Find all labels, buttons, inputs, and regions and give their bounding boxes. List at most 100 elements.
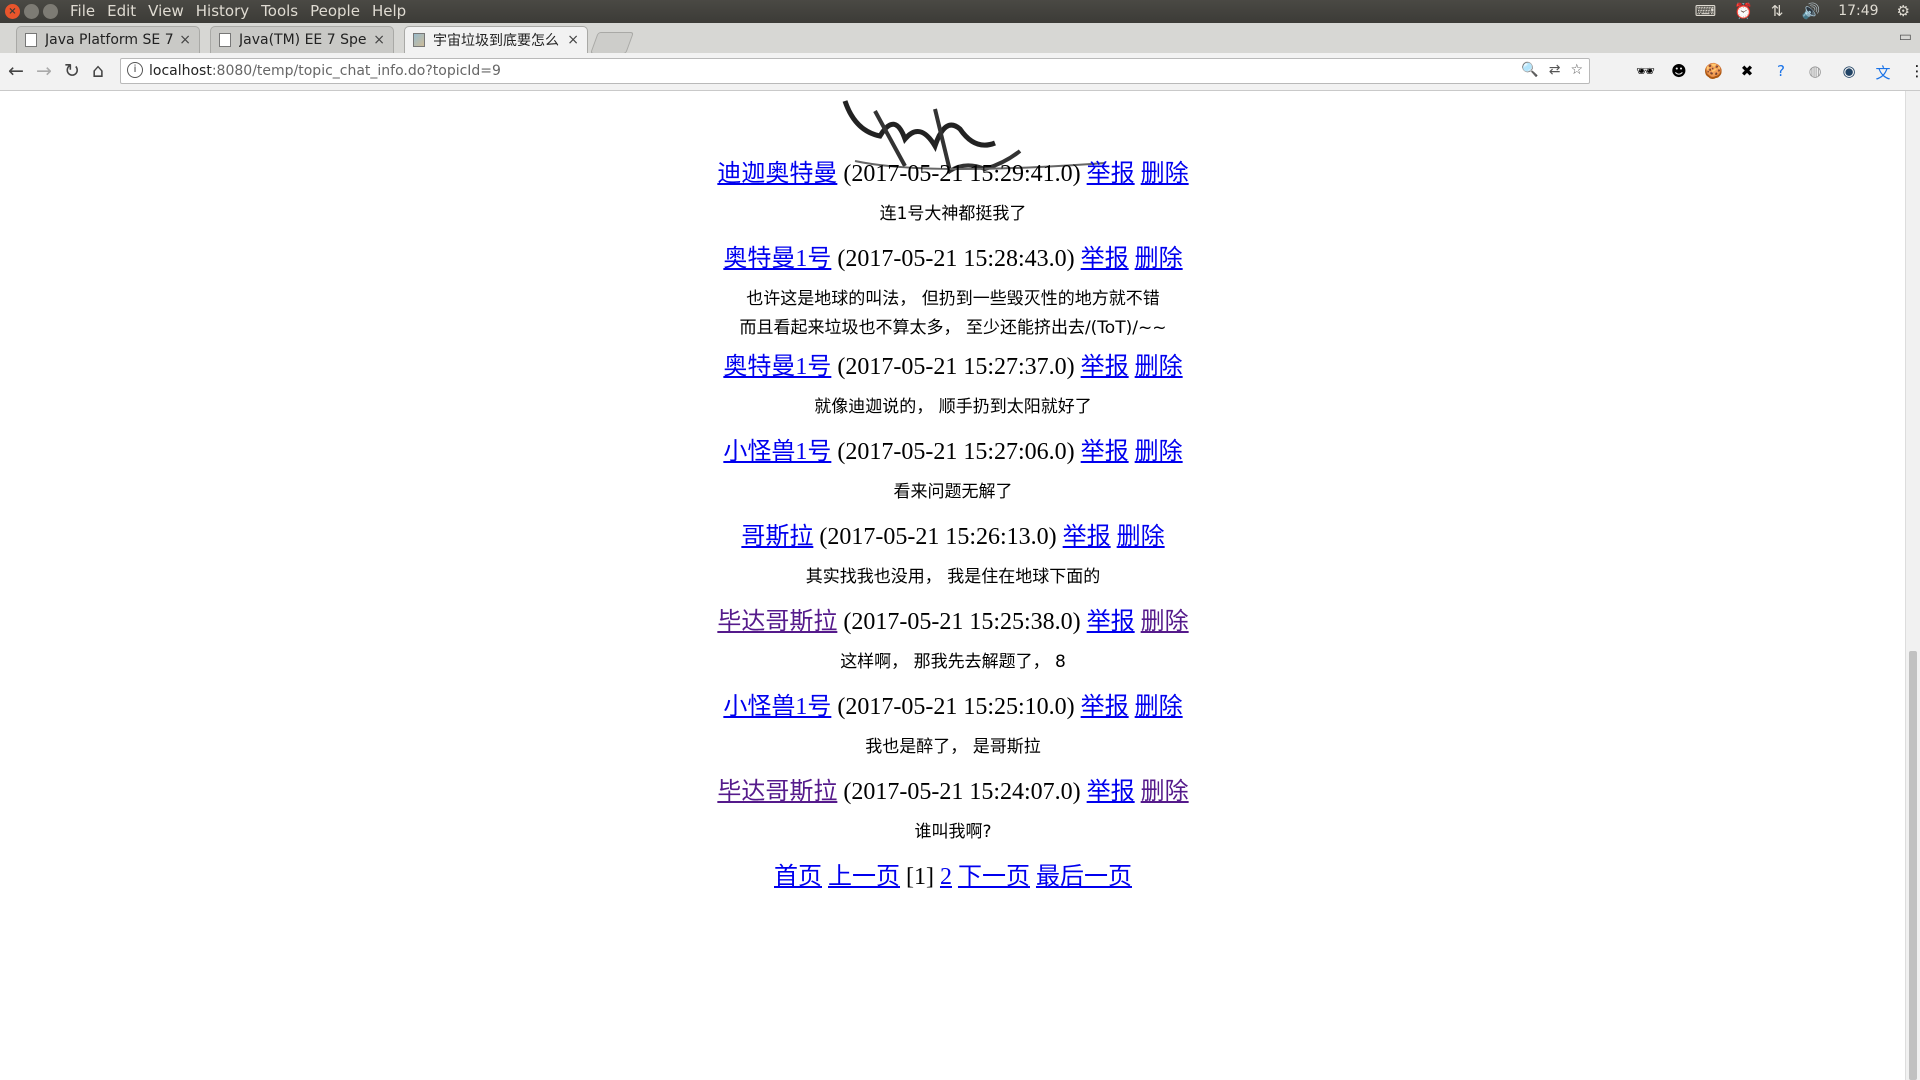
menu-people[interactable]: People <box>310 2 360 20</box>
report-link[interactable]: 举报 <box>1081 694 1129 720</box>
page-2-link[interactable]: 2 <box>940 864 952 890</box>
settings-gear-icon[interactable]: ⚙ <box>1897 2 1910 20</box>
close-tab-icon[interactable]: × <box>373 32 385 48</box>
author-link[interactable]: 哥斯拉 <box>741 524 813 550</box>
zoom-icon[interactable]: 🔍 <box>1521 62 1538 78</box>
minimize-window-button[interactable] <box>24 4 39 19</box>
post-item: 毕达哥斯拉 (2017-05-21 15:25:38.0) 举报 删除 这样啊，… <box>0 601 1906 677</box>
delete-link[interactable]: 删除 <box>1141 779 1189 805</box>
post-time: (2017-05-21 15:29:41.0) <box>843 161 1081 187</box>
author-link[interactable]: 毕达哥斯拉 <box>717 609 837 635</box>
post-item: 哥斯拉 (2017-05-21 15:26:13.0) 举报 删除 其实找我也没… <box>0 516 1906 592</box>
clock[interactable]: 17:49 <box>1838 3 1878 19</box>
delete-link[interactable]: 删除 <box>1141 609 1189 635</box>
post-item: 奥特曼1号 (2017-05-21 15:28:43.0) 举报 删除 也许这是… <box>0 238 1906 343</box>
extension-globe-icon[interactable]: ◉ <box>1840 62 1858 83</box>
report-link[interactable]: 举报 <box>1087 779 1135 805</box>
extension-gray-icon[interactable]: ◍ <box>1806 62 1824 83</box>
delete-link[interactable]: 删除 <box>1141 161 1189 187</box>
first-page-link[interactable]: 首页 <box>774 864 822 890</box>
post-header: 毕达哥斯拉 (2017-05-21 15:24:07.0) 举报 删除 <box>0 771 1906 806</box>
close-tab-icon[interactable]: × <box>179 32 191 48</box>
message-line: 也许这是地球的叫法， 但扔到一些毁灭性的地方就不错 <box>746 289 1160 309</box>
x-extension-icon[interactable]: ✖ <box>1738 62 1756 83</box>
address-bar[interactable]: i localhost:8080/temp/topic_chat_info.do… <box>120 58 1590 84</box>
author-link[interactable]: 毕达哥斯拉 <box>717 779 837 805</box>
network-icon[interactable]: ⇅ <box>1771 2 1784 20</box>
translate-icon[interactable]: ⇄ <box>1549 62 1561 78</box>
help-extension-icon[interactable]: ? <box>1772 62 1790 83</box>
extension-face-icon[interactable]: ☻ <box>1670 62 1688 83</box>
delete-link[interactable]: 删除 <box>1135 439 1183 465</box>
post-header: 奥特曼1号 (2017-05-21 15:28:43.0) 举报 删除 <box>0 238 1906 273</box>
keyboard-icon[interactable]: ⌨ <box>1695 2 1717 20</box>
next-page-link[interactable]: 下一页 <box>958 864 1030 890</box>
post-time: (2017-05-21 15:26:13.0) <box>819 524 1057 550</box>
post-header: 奥特曼1号 (2017-05-21 15:27:37.0) 举报 删除 <box>0 346 1906 381</box>
message-line: 其实找我也没用， 我是住在地球下面的 <box>805 567 1101 587</box>
delete-link[interactable]: 删除 <box>1135 246 1183 272</box>
reload-icon[interactable]: ↻ <box>64 60 80 82</box>
menu-tools[interactable]: Tools <box>261 2 298 20</box>
report-link[interactable]: 举报 <box>1063 524 1111 550</box>
browser-menu-icon[interactable]: ⋮ <box>1908 62 1920 83</box>
post-time: (2017-05-21 15:25:38.0) <box>843 609 1081 635</box>
back-arrow-icon[interactable]: ← <box>8 60 24 82</box>
menu-history[interactable]: History <box>196 2 249 20</box>
cookie-extension-icon[interactable]: 🍪 <box>1704 62 1723 83</box>
post-item: 奥特曼1号 (2017-05-21 15:27:37.0) 举报 删除 就像迪迦… <box>0 346 1906 422</box>
post-time: (2017-05-21 15:27:06.0) <box>837 439 1075 465</box>
volume-icon[interactable]: 🔊 <box>1802 2 1821 20</box>
maximize-window-button[interactable] <box>43 4 58 19</box>
post-time: (2017-05-21 15:27:37.0) <box>837 354 1075 380</box>
alarm-icon[interactable]: ⏰ <box>1734 2 1753 20</box>
author-link[interactable]: 奥特曼1号 <box>723 246 831 272</box>
author-link[interactable]: 小怪兽1号 <box>723 694 831 720</box>
scrollbar-thumb[interactable] <box>1909 651 1917 1080</box>
report-link[interactable]: 举报 <box>1081 439 1129 465</box>
tab-java-ee[interactable]: Java(TM) EE 7 Spec × <box>210 26 394 53</box>
bookmark-star-icon[interactable]: ☆ <box>1570 62 1583 78</box>
omnibox-actions: 🔍 ⇄ ☆ <box>1521 62 1583 78</box>
author-link[interactable]: 小怪兽1号 <box>723 439 831 465</box>
menu-view[interactable]: View <box>148 2 184 20</box>
address-url[interactable]: localhost:8080/temp/topic_chat_info.do?t… <box>149 63 501 79</box>
prev-page-link[interactable]: 上一页 <box>828 864 900 890</box>
message-line: 而且看起来垃圾也不算太多， 至少还能挤出去/(ToT)/~~ <box>739 318 1167 338</box>
close-window-button[interactable]: × <box>5 4 20 19</box>
delete-link[interactable]: 删除 <box>1117 524 1165 550</box>
report-link[interactable]: 举报 <box>1081 354 1129 380</box>
incognito-extension-icon[interactable]: 🕶 <box>1636 62 1655 83</box>
menu-help[interactable]: Help <box>372 2 406 20</box>
message-line: 这样啊， 那我先去解题了， 8 <box>840 652 1066 672</box>
page-scrollbar[interactable] <box>1905 91 1920 1080</box>
post-item: 小怪兽1号 (2017-05-21 15:25:10.0) 举报 删除 我也是醉… <box>0 686 1906 762</box>
delete-link[interactable]: 删除 <box>1135 354 1183 380</box>
last-page-link[interactable]: 最后一页 <box>1036 864 1132 890</box>
menu-file[interactable]: File <box>70 2 95 20</box>
window-controls: × <box>5 4 58 19</box>
delete-link[interactable]: 删除 <box>1135 694 1183 720</box>
site-info-icon[interactable]: i <box>127 62 143 78</box>
system-top-bar: × File Edit View History Tools People He… <box>0 0 1920 23</box>
tab-current-topic[interactable]: 宇宙垃圾到底要怎么 × <box>404 26 588 53</box>
home-icon[interactable]: ⌂ <box>92 60 104 82</box>
report-link[interactable]: 举报 <box>1081 246 1129 272</box>
post-item: 小怪兽1号 (2017-05-21 15:27:06.0) 举报 删除 看来问题… <box>0 431 1906 507</box>
post-time: (2017-05-21 15:28:43.0) <box>837 246 1075 272</box>
profile-icon[interactable]: ▭ <box>1899 29 1912 45</box>
post-time: (2017-05-21 15:25:10.0) <box>837 694 1075 720</box>
post-message: 这样啊， 那我先去解题了， 8 <box>0 648 1906 677</box>
close-tab-icon[interactable]: × <box>567 32 579 48</box>
report-link[interactable]: 举报 <box>1087 161 1135 187</box>
menu-edit[interactable]: Edit <box>107 2 136 20</box>
translate-extension-icon[interactable]: 文 <box>1874 62 1892 83</box>
image-page-icon <box>413 33 425 47</box>
author-link[interactable]: 奥特曼1号 <box>723 354 831 380</box>
post-message: 看来问题无解了 <box>0 478 1906 507</box>
report-link[interactable]: 举报 <box>1087 609 1135 635</box>
tab-java-platform[interactable]: Java Platform SE 7 × <box>16 26 200 53</box>
new-tab-button[interactable] <box>589 32 635 54</box>
author-link[interactable]: 迪迦奥特曼 <box>717 161 837 187</box>
forward-arrow-icon[interactable]: → <box>36 60 52 82</box>
